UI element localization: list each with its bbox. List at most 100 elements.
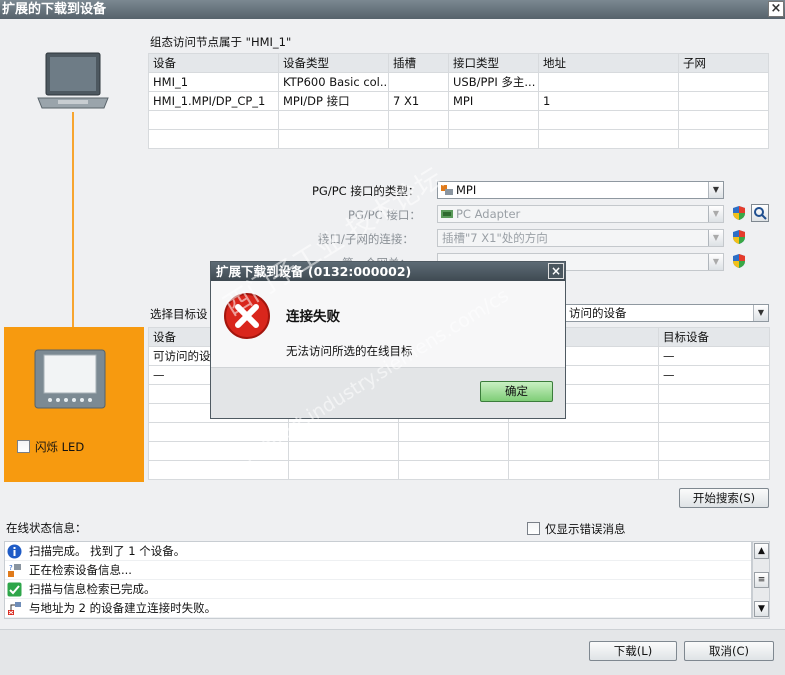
- status-message-text: 与地址为 2 的设备建立连接时失败。: [29, 601, 217, 615]
- table-cell: 7 X1: [388, 91, 449, 111]
- search-device-icon: ?: [8, 564, 21, 577]
- pg-laptop-icon: [37, 52, 109, 109]
- table-cell: HMI_1.MPI/DP_CP_1: [148, 91, 279, 111]
- target-filter-value: 访问的设备: [569, 306, 627, 320]
- dialog-footer: 确定: [211, 367, 565, 418]
- errors-only-label: 仅显示错误消息: [545, 522, 626, 536]
- shield-icon[interactable]: [732, 253, 746, 269]
- pgpc-type-select[interactable]: MPI ▼: [437, 181, 724, 199]
- list-item[interactable]: 扫描完成。 找到了 1 个设备。: [5, 542, 751, 561]
- error-icon: [224, 293, 270, 339]
- chevron-down-icon[interactable]: ▼: [708, 182, 723, 198]
- status-scrollbar[interactable]: ▲ ≡ ▼: [752, 541, 770, 619]
- connection-value: 插槽"7 X1"处的方向: [442, 231, 548, 245]
- properties-button[interactable]: [751, 204, 769, 222]
- hmi-panel-icon: [34, 349, 106, 409]
- status-message-text: 扫描与信息检索已完成。: [29, 582, 156, 596]
- status-message-text: 扫描完成。 找到了 1 个设备。: [29, 544, 186, 558]
- shield-icon[interactable]: [732, 229, 746, 245]
- table-row[interactable]: HMI_1 KTP600 Basic col... USB/PPI 多主...: [148, 72, 769, 92]
- table-row: [148, 460, 770, 480]
- column-header: 目标设备: [658, 327, 770, 347]
- table-cell: KTP600 Basic col...: [278, 72, 389, 92]
- list-item[interactable]: ? 正在检索设备信息...: [5, 561, 751, 580]
- mpi-icon: [441, 185, 453, 195]
- chevron-down-icon[interactable]: ▼: [708, 230, 723, 246]
- pgpc-iface-label: PG/PC 接口：: [348, 208, 421, 222]
- flash-led-checkbox[interactable]: [17, 440, 30, 453]
- table-cell: [678, 72, 769, 92]
- errors-only-checkbox[interactable]: [527, 522, 540, 535]
- pgpc-type-label: PG/PC 接口的类型：: [312, 184, 420, 198]
- dialog-body: 连接失败 无法访问所选的在线目标: [211, 281, 565, 367]
- column-header: 子网: [678, 53, 769, 73]
- table-row: [148, 110, 769, 130]
- table-cell: HMI_1: [148, 72, 279, 92]
- status-label: 在线状态信息：: [6, 521, 87, 535]
- pc-adapter-icon: [441, 210, 453, 218]
- window-titlebar: 扩展的下载到设备 ×: [0, 0, 785, 19]
- node-section-caption: 组态访问节点属于 "HMI_1": [150, 35, 292, 49]
- chevron-down-icon[interactable]: ▼: [753, 305, 768, 321]
- node-table-header: 设备 设备类型 插槽 接口类型 地址 子网: [148, 53, 769, 73]
- window-title: 扩展的下载到设备: [2, 2, 107, 17]
- scroll-up-button[interactable]: ▲: [754, 543, 769, 559]
- pgpc-iface-value: PC Adapter: [456, 207, 521, 221]
- table-row[interactable]: HMI_1.MPI/DP_CP_1 MPI/DP 接口 7 X1 MPI 1: [148, 91, 769, 111]
- table-row: [148, 129, 769, 149]
- dialog-heading: 连接失败: [286, 309, 340, 325]
- info-icon: [7, 544, 22, 559]
- chevron-down-icon: ▼: [758, 604, 765, 614]
- close-icon: ×: [770, 1, 782, 16]
- column-header: 地址: [538, 53, 679, 73]
- chevron-down-icon[interactable]: ▼: [708, 206, 723, 222]
- table-row: [148, 441, 770, 461]
- table-cell: [388, 72, 449, 92]
- table-cell: MPI: [448, 91, 539, 111]
- column-header: 接口类型: [448, 53, 539, 73]
- table-cell: MPI/DP 接口: [278, 91, 389, 111]
- list-item[interactable]: 扫描与信息检索已完成。: [5, 580, 751, 599]
- list-item[interactable]: 与地址为 2 的设备建立连接时失败。: [5, 599, 751, 618]
- ok-button[interactable]: 确定: [480, 381, 553, 402]
- table-cell: 1: [538, 91, 679, 111]
- table-cell: [678, 91, 769, 111]
- scroll-down-button[interactable]: ▼: [754, 601, 769, 617]
- column-header: 设备类型: [278, 53, 389, 73]
- target-section-label: 选择目标设: [150, 307, 208, 321]
- connection-label: 接口/子网的连接：: [318, 232, 414, 246]
- download-button[interactable]: 下载(L): [589, 641, 677, 661]
- table-cell: —: [658, 346, 770, 366]
- error-dialog: 扩展下载到设备 (0132:000002) × 连接失败 无法访问所选的在线目标…: [210, 261, 566, 419]
- column-header: 设备: [148, 53, 279, 73]
- table-cell: [538, 72, 679, 92]
- node-table: 设备 设备类型 插槽 接口类型 地址 子网 HMI_1 KTP600 Basic…: [148, 53, 769, 149]
- dialog-title: 扩展下载到设备 (0132:000002): [216, 264, 412, 279]
- status-message-list[interactable]: 扫描完成。 找到了 1 个设备。 ? 正在检索设备信息... 扫描与信息检索已完…: [4, 541, 752, 619]
- chevron-down-icon[interactable]: ▼: [708, 254, 723, 270]
- cancel-button[interactable]: 取消(C): [684, 641, 774, 661]
- dialog-titlebar: 扩展下载到设备 (0132:000002) ×: [211, 262, 565, 281]
- shield-icon[interactable]: [732, 205, 746, 221]
- svg-text:?: ?: [9, 564, 13, 572]
- table-cell: USB/PPI 多主...: [448, 72, 539, 92]
- table-cell: —: [658, 365, 770, 385]
- target-filter-select[interactable]: 访问的设备 ▼: [564, 304, 769, 322]
- scroll-thumb[interactable]: ≡: [754, 572, 769, 588]
- start-search-button[interactable]: 开始搜索(S): [679, 488, 769, 508]
- dialog-close-button[interactable]: ×: [548, 263, 564, 279]
- dialog-message: 无法访问所选的在线目标: [286, 344, 413, 358]
- grip-icon: ≡: [757, 575, 766, 585]
- pgpc-iface-select[interactable]: PC Adapter ▼: [437, 205, 724, 223]
- table-row: [148, 422, 770, 442]
- column-header: 插槽: [388, 53, 449, 73]
- network-error-icon: [8, 602, 21, 615]
- close-icon: ×: [550, 264, 562, 278]
- chevron-up-icon: ▲: [758, 546, 765, 556]
- connection-select[interactable]: 插槽"7 X1"处的方向 ▼: [437, 229, 724, 247]
- target-device-panel: 闪烁 LED: [4, 327, 144, 482]
- check-icon: [7, 582, 22, 597]
- status-message-text: 正在检索设备信息...: [29, 563, 132, 577]
- pgpc-type-value: MPI: [456, 183, 477, 197]
- window-close-button[interactable]: ×: [768, 1, 784, 17]
